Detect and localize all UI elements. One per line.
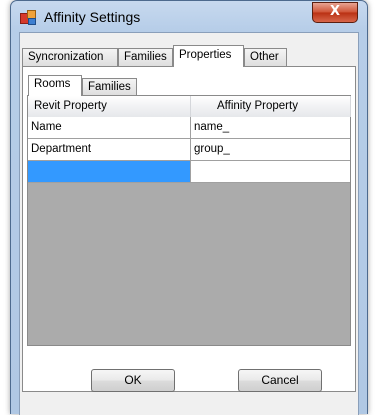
- outer-tab-strip: Syncronization Families Properties Other: [22, 45, 352, 67]
- cell-revit-property-selected[interactable]: [28, 161, 191, 182]
- grid-header: Revit Property Affinity Property: [28, 96, 351, 118]
- tab-properties[interactable]: Properties: [173, 45, 244, 67]
- dialog-body: Syncronization Families Properties Other…: [19, 32, 359, 415]
- new-table-row[interactable]: [28, 161, 350, 183]
- properties-tab-panel: Rooms Families Revit Property Affinity P…: [22, 66, 356, 392]
- cell-revit-property[interactable]: Name: [28, 117, 191, 138]
- tab-inner-families[interactable]: Families: [82, 78, 137, 95]
- table-row[interactable]: Department group_: [28, 139, 350, 161]
- tab-families[interactable]: Families: [118, 48, 173, 66]
- settings-window: Affinity Settings X Syncronization Famil…: [10, 0, 368, 415]
- tab-syncronization[interactable]: Syncronization: [22, 48, 118, 66]
- cell-revit-property[interactable]: Department: [28, 139, 191, 160]
- cancel-button[interactable]: Cancel: [238, 369, 322, 392]
- tab-rooms[interactable]: Rooms: [28, 75, 82, 96]
- app-icon: [20, 10, 36, 25]
- cell-affinity-property[interactable]: group_: [191, 139, 351, 160]
- cell-affinity-property[interactable]: [191, 161, 351, 182]
- column-header-revit-property[interactable]: Revit Property: [28, 96, 191, 117]
- cell-affinity-property[interactable]: name_: [191, 117, 351, 138]
- ok-button[interactable]: OK: [91, 369, 175, 392]
- column-header-affinity-property[interactable]: Affinity Property: [191, 96, 351, 117]
- table-row[interactable]: Name name_: [28, 117, 350, 139]
- tab-other[interactable]: Other: [244, 48, 287, 66]
- inner-tab-strip: Rooms Families: [28, 75, 328, 96]
- title-bar[interactable]: Affinity Settings X: [11, 1, 367, 33]
- window-title: Affinity Settings: [44, 9, 141, 25]
- close-button[interactable]: X: [312, 2, 358, 23]
- property-mapping-grid[interactable]: Revit Property Affinity Property Name na…: [27, 95, 351, 346]
